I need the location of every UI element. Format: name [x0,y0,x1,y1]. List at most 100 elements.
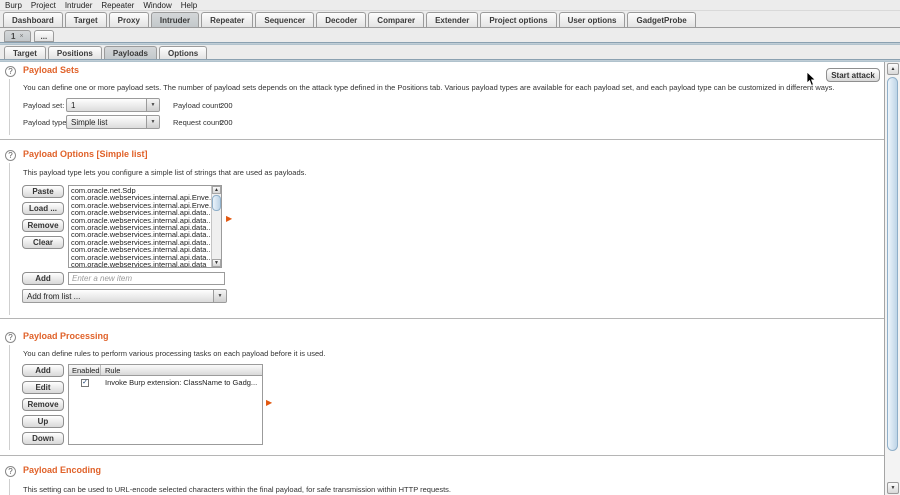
list-item[interactable]: com.oracle.webservices.internal.api.data [69,261,211,267]
scroll-down-icon[interactable]: ▼ [887,482,899,494]
section-description: You can define one or more payload sets.… [23,83,835,92]
vertical-scrollbar[interactable]: ▲ ▼ [884,62,900,495]
orange-arrow-icon: ▶ [226,214,232,223]
tab-proxy[interactable]: Proxy [109,12,149,27]
payload-encoding-section: ? Payload Encoding This setting can be u… [0,460,884,495]
menu-window[interactable]: Window [143,1,171,10]
orange-arrow-icon: ▶ [266,398,272,407]
help-icon[interactable]: ? [5,150,16,161]
payload-list-items: com.oracle.net.Sdp com.oracle.webservice… [69,186,211,267]
edit-rule-button[interactable]: Edit [22,381,64,394]
request-count-label: Request count: [173,118,223,127]
rule-cell: Invoke Burp extension: ClassName to Gadg… [101,378,262,387]
tab-extender[interactable]: Extender [426,12,478,27]
list-item[interactable]: com.oracle.webservices.internal.api.Enve… [69,202,211,209]
table-row[interactable]: ✓ Invoke Burp extension: ClassName to Ga… [69,376,262,389]
section-guide-line [9,345,10,450]
mouse-cursor [806,72,817,87]
tab-comparer[interactable]: Comparer [368,12,424,27]
list-scrollbar-thumb[interactable] [212,195,221,211]
section-separator [0,318,884,319]
section-description: You can define rules to perform various … [23,349,325,358]
list-item[interactable]: com.oracle.net.Sdp [69,187,211,194]
section-separator [0,139,884,140]
section-separator [0,455,884,456]
menu-project[interactable]: Project [31,1,56,10]
list-item[interactable]: com.oracle.webservices.internal.api.data… [69,217,211,224]
tab-intruder[interactable]: Intruder [151,12,199,27]
list-item[interactable]: com.oracle.webservices.internal.api.data… [69,224,211,231]
tab-decoder[interactable]: Decoder [316,12,366,27]
list-item[interactable]: com.oracle.webservices.internal.api.data… [69,254,211,261]
enabled-column-header: Enabled [69,365,101,375]
tab-dashboard[interactable]: Dashboard [3,12,63,27]
payload-type-select[interactable]: Simple list ▼ [66,115,160,129]
list-item[interactable]: com.oracle.webservices.internal.api.data… [69,239,211,246]
chevron-down-icon: ▼ [146,99,159,111]
payload-list[interactable]: com.oracle.net.Sdp com.oracle.webservice… [68,185,222,268]
section-title: Payload Encoding [23,465,101,475]
request-count-value: 200 [220,118,233,127]
load-button[interactable]: Load ... [22,202,64,215]
list-scrollbar[interactable]: ▲ ▼ [211,186,221,267]
list-item[interactable]: com.oracle.webservices.internal.api.data… [69,209,211,216]
list-item[interactable]: com.oracle.webservices.internal.api.Enve… [69,194,211,201]
menu-intruder[interactable]: Intruder [65,1,93,10]
burp-suite-window: Burp Project Intruder Repeater Window He… [0,0,900,495]
help-icon[interactable]: ? [5,466,16,477]
section-description: This setting can be used to URL-encode s… [23,485,451,494]
down-rule-button[interactable]: Down [22,432,64,445]
list-item[interactable]: com.oracle.webservices.internal.api.data… [69,231,211,238]
tab-project-options[interactable]: Project options [480,12,556,27]
attack-tab-1[interactable]: 1 × [4,30,31,42]
tab-sequencer[interactable]: Sequencer [255,12,314,27]
remove-rule-button[interactable]: Remove [22,398,64,411]
scroll-up-icon[interactable]: ▲ [887,63,899,75]
menu-bar: Burp Project Intruder Repeater Window He… [0,0,900,11]
payload-set-select[interactable]: 1 ▼ [66,98,160,112]
add-from-list-select[interactable]: Add from list ... ▼ [22,289,227,303]
rule-enabled-checkbox[interactable]: ✓ [81,379,89,387]
tab-user-options[interactable]: User options [559,12,626,27]
section-title: Payload Options [Simple list] [23,149,148,159]
section-guide-line [9,163,10,315]
tab-intruder-options[interactable]: Options [159,46,207,59]
table-header: Enabled Rule [69,365,262,376]
attack-tab-more-label: ... [41,32,48,41]
tab-gadgetprobe[interactable]: GadgetProbe [627,12,695,27]
section-description: This payload type lets you configure a s… [23,168,306,177]
panel-edge-band [0,42,900,45]
scroll-down-icon[interactable]: ▼ [212,259,221,267]
payload-type-value: Simple list [67,116,146,128]
help-icon[interactable]: ? [5,66,16,77]
clear-button[interactable]: Clear [22,236,64,249]
add-button[interactable]: Add [22,272,64,285]
help-icon[interactable]: ? [5,332,16,343]
tab-intruder-payloads[interactable]: Payloads [104,46,157,59]
tab-repeater[interactable]: Repeater [201,12,253,27]
section-title: Payload Sets [23,65,79,75]
list-item[interactable]: com.oracle.webservices.internal.api.data… [69,246,211,253]
payload-set-value: 1 [67,99,146,111]
close-icon[interactable]: × [19,33,23,40]
tab-intruder-positions[interactable]: Positions [48,46,102,59]
menu-help[interactable]: Help [181,1,197,10]
remove-button[interactable]: Remove [22,219,64,232]
new-item-input[interactable] [68,272,225,285]
processing-rules-table[interactable]: Enabled Rule ✓ Invoke Burp extension: Cl… [68,364,263,445]
menu-burp[interactable]: Burp [5,1,22,10]
payload-type-label: Payload type: [23,118,68,127]
up-rule-button[interactable]: Up [22,415,64,428]
add-rule-button[interactable]: Add [22,364,64,377]
payload-processing-section: ? Payload Processing You can define rule… [0,330,884,455]
paste-button[interactable]: Paste [22,185,64,198]
scroll-up-icon[interactable]: ▲ [212,186,221,194]
attack-tab-more[interactable]: ... [34,30,55,42]
start-attack-button[interactable]: Start attack [826,68,880,82]
rule-column-header: Rule [101,365,262,375]
tab-target[interactable]: Target [65,12,107,27]
scrollbar-thumb[interactable] [887,77,898,451]
tab-intruder-target[interactable]: Target [4,46,46,59]
menu-repeater[interactable]: Repeater [101,1,134,10]
section-guide-line [9,479,10,495]
